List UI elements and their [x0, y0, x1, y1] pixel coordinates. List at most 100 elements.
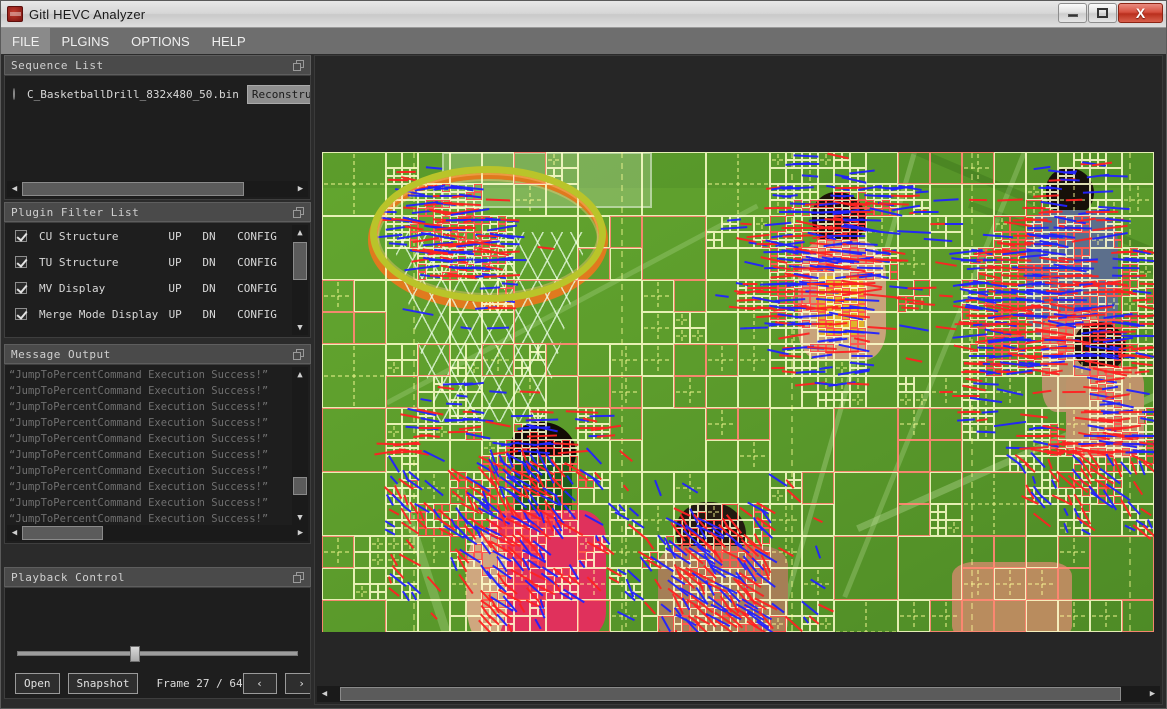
- plugin-name: CU Structure: [39, 229, 119, 243]
- plugin-up-button[interactable]: UP: [158, 230, 192, 243]
- menu-item-help[interactable]: HELP: [201, 28, 257, 54]
- message-output-header: Message Output: [4, 344, 311, 364]
- plugin-up-button[interactable]: UP: [158, 256, 192, 269]
- menu-item-options[interactable]: OPTIONS: [120, 28, 201, 54]
- plugin-down-button[interactable]: DN: [192, 256, 226, 269]
- message-output-panel: Message Output “JumpToPercentCommand Exe…: [4, 344, 311, 544]
- undock-icon[interactable]: [293, 572, 305, 584]
- menu-bar: FILE PLGINS OPTIONS HELP: [1, 28, 1166, 54]
- scroll-left-icon[interactable]: ◀: [317, 687, 332, 702]
- undock-icon[interactable]: [293, 60, 305, 72]
- scroll-up-icon[interactable]: ▲: [293, 367, 308, 382]
- plugin-name: Merge Mode Display: [39, 307, 159, 321]
- scroll-track[interactable]: [332, 687, 1145, 701]
- scroll-thumb[interactable]: [293, 241, 307, 280]
- scroll-right-icon[interactable]: ▶: [1145, 687, 1160, 702]
- message-line: “JumpToPercentCommand Execution Success!…: [9, 417, 269, 429]
- scroll-track[interactable]: [22, 526, 293, 540]
- plugin-checkbox[interactable]: [15, 256, 27, 268]
- scroll-right-icon[interactable]: ▶: [293, 526, 308, 541]
- frame-nav-group: ‹ ›: [242, 672, 310, 694]
- scroll-thumb[interactable]: [22, 526, 104, 540]
- window-controls: X: [1058, 3, 1163, 23]
- frame-slider[interactable]: [17, 646, 298, 662]
- left-dock: Sequence List C_BasketballDrill_832x480_…: [4, 55, 311, 705]
- plugin-row-tu-structure[interactable]: TU Structure UP DN CONFIG: [5, 249, 310, 275]
- close-icon: X: [1135, 5, 1146, 21]
- scroll-thumb[interactable]: [340, 687, 1121, 701]
- prev-frame-button[interactable]: ‹: [242, 672, 277, 694]
- next-frame-button[interactable]: ›: [284, 672, 310, 694]
- plugin-config-button[interactable]: CONFIG: [226, 308, 288, 321]
- frame-slider-track[interactable]: [17, 651, 298, 656]
- plugin-filter-list-body: CU Structure UP DN CONFIG TU Structure U…: [4, 222, 311, 338]
- plugin-filter-list-vscrollbar[interactable]: ▲ ▼: [292, 225, 308, 335]
- plugin-up-button[interactable]: UP: [158, 282, 192, 295]
- sequence-list-panel: Sequence List C_BasketballDrill_832x480_…: [4, 55, 311, 200]
- title-bar: Gitl HEVC Analyzer X: [1, 1, 1166, 28]
- plugin-row-merge-mode-display[interactable]: Merge Mode Display UP DN CONFIG: [5, 301, 310, 327]
- minimize-icon: [1067, 14, 1078, 17]
- playback-buttons: Open Snapshot Frame 27 / 64 ‹ ›: [15, 672, 310, 694]
- sequence-file-name: C_BasketballDrill_832x480_50.bin: [27, 87, 239, 101]
- scroll-track[interactable]: [22, 182, 293, 196]
- plugin-down-button[interactable]: DN: [192, 308, 226, 321]
- maximize-icon: [1097, 8, 1108, 18]
- scroll-thumb[interactable]: [22, 182, 245, 196]
- undock-icon[interactable]: [293, 349, 305, 361]
- plugin-down-button[interactable]: DN: [192, 230, 226, 243]
- scroll-track[interactable]: [293, 240, 307, 320]
- sequence-list-title: Sequence List: [11, 58, 104, 72]
- video-viewport[interactable]: [315, 56, 1162, 684]
- video-view-panel: ◀ ▶: [314, 55, 1163, 705]
- scroll-up-icon[interactable]: ▲: [293, 225, 308, 240]
- open-button[interactable]: Open: [15, 672, 60, 694]
- message-output-vscrollbar[interactable]: ▲ ▼: [292, 367, 308, 525]
- playback-control-panel: Playback Control Open Snapshot Frame 27 …: [4, 567, 311, 699]
- undock-icon[interactable]: [293, 207, 305, 219]
- plugin-name: MV Display: [39, 281, 106, 295]
- sequence-list-item[interactable]: C_BasketballDrill_832x480_50.bin Reconst…: [5, 83, 310, 105]
- scroll-right-icon[interactable]: ▶: [293, 182, 308, 197]
- scroll-down-icon[interactable]: ▼: [293, 510, 308, 525]
- playback-control-header: Playback Control: [4, 567, 311, 587]
- plugin-checkbox[interactable]: [15, 230, 27, 242]
- menu-item-plgins[interactable]: PLGINS: [50, 28, 120, 54]
- plugin-config-button[interactable]: CONFIG: [226, 230, 288, 243]
- plugin-checkbox[interactable]: [15, 308, 27, 320]
- minimize-button[interactable]: [1058, 3, 1087, 23]
- close-button[interactable]: X: [1118, 3, 1163, 23]
- message-line: “JumpToPercentCommand Execution Success!…: [9, 385, 269, 397]
- application-window: Gitl HEVC Analyzer X FILE PLGINS OPTIONS…: [0, 0, 1167, 709]
- menu-item-file[interactable]: FILE: [1, 28, 51, 54]
- snapshot-button[interactable]: Snapshot: [67, 672, 139, 694]
- plugin-filter-list-header: Plugin Filter List: [4, 202, 311, 222]
- video-frame[interactable]: [322, 152, 1154, 632]
- sequence-radio[interactable]: [13, 88, 15, 100]
- sequence-list-hscrollbar[interactable]: ◀ ▶: [7, 181, 308, 197]
- plugin-row-mv-display[interactable]: MV Display UP DN CONFIG: [5, 275, 310, 301]
- plugin-filter-list-title: Plugin Filter List: [11, 205, 140, 219]
- window-title: Gitl HEVC Analyzer: [29, 6, 146, 22]
- message-output-body[interactable]: “JumpToPercentCommand Execution Success!…: [4, 364, 311, 544]
- plugin-config-button[interactable]: CONFIG: [226, 282, 288, 295]
- playback-control-body: Open Snapshot Frame 27 / 64 ‹ ›: [4, 587, 311, 699]
- app-icon: [7, 6, 23, 22]
- scroll-left-icon[interactable]: ◀: [7, 182, 22, 197]
- scroll-left-icon[interactable]: ◀: [7, 526, 22, 541]
- video-hscrollbar[interactable]: ◀ ▶: [317, 686, 1160, 702]
- frame-slider-thumb[interactable]: [130, 646, 141, 662]
- plugin-up-button[interactable]: UP: [158, 308, 192, 321]
- scroll-thumb[interactable]: [293, 476, 307, 495]
- scroll-track[interactable]: [293, 382, 307, 510]
- plugin-row-cu-structure[interactable]: CU Structure UP DN CONFIG: [5, 223, 310, 249]
- sequence-type-button[interactable]: Reconstruct: [246, 84, 310, 104]
- message-output-title: Message Output: [11, 347, 111, 361]
- plugin-config-button[interactable]: CONFIG: [226, 256, 288, 269]
- message-output-hscrollbar[interactable]: ◀ ▶: [7, 525, 308, 541]
- plugin-down-button[interactable]: DN: [192, 282, 226, 295]
- scroll-down-icon[interactable]: ▼: [293, 320, 308, 335]
- plugin-checkbox[interactable]: [15, 282, 27, 294]
- plugin-name: TU Structure: [39, 255, 119, 269]
- maximize-button[interactable]: [1088, 3, 1117, 23]
